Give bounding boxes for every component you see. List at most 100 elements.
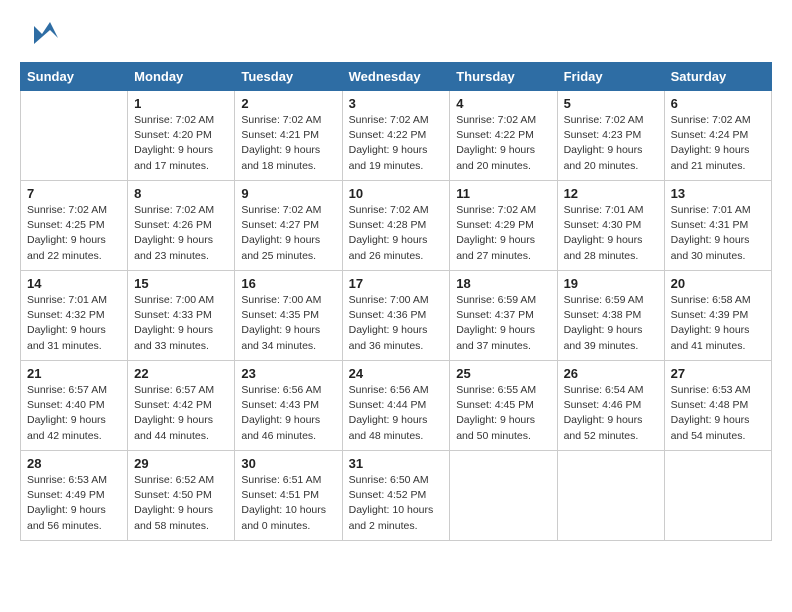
day-info: Sunrise: 7:00 AMSunset: 4:33 PMDaylight:… <box>134 293 228 354</box>
day-info: Sunrise: 7:01 AMSunset: 4:31 PMDaylight:… <box>671 203 765 264</box>
calendar-cell: 11 Sunrise: 7:02 AMSunset: 4:29 PMDayligh… <box>450 181 557 271</box>
day-info: Sunrise: 7:02 AMSunset: 4:25 PMDaylight:… <box>27 203 121 264</box>
day-info: Sunrise: 6:57 AMSunset: 4:42 PMDaylight:… <box>134 383 228 444</box>
calendar-cell: 25Sunrise: 6:55 AMSunset: 4:45 PMDayligh… <box>450 361 557 451</box>
calendar-cell: 13Sunrise: 7:01 AMSunset: 4:31 PMDayligh… <box>664 181 771 271</box>
calendar-cell: 5 Sunrise: 7:02 AMSunset: 4:23 PMDaylight… <box>557 91 664 181</box>
calendar-cell: 7 Sunrise: 7:02 AMSunset: 4:25 PMDaylight… <box>21 181 128 271</box>
calendar-cell: 10 Sunrise: 7:02 AMSunset: 4:28 PMDayligh… <box>342 181 450 271</box>
day-info: Sunrise: 6:59 AMSunset: 4:37 PMDaylight:… <box>456 293 550 354</box>
logo <box>20 20 60 52</box>
day-info: Sunrise: 7:02 AMSunset: 4:22 PMDaylight:… <box>349 113 444 174</box>
day-number: 10 <box>349 186 444 201</box>
weekday-header-thursday: Thursday <box>450 63 557 91</box>
calendar-cell: 6 Sunrise: 7:02 AMSunset: 4:24 PMDaylight… <box>664 91 771 181</box>
day-number: 4 <box>456 96 550 111</box>
day-number: 8 <box>134 186 228 201</box>
day-number: 6 <box>671 96 765 111</box>
day-info: Sunrise: 6:56 AMSunset: 4:44 PMDaylight:… <box>349 383 444 444</box>
day-info: Sunrise: 7:01 AMSunset: 4:30 PMDaylight:… <box>564 203 658 264</box>
calendar-cell: 22 Sunrise: 6:57 AMSunset: 4:42 PMDayligh… <box>128 361 235 451</box>
day-info: Sunrise: 7:02 AMSunset: 4:23 PMDaylight:… <box>564 113 658 174</box>
day-number: 11 <box>456 186 550 201</box>
day-info: Sunrise: 7:00 AMSunset: 4:35 PMDaylight:… <box>241 293 335 354</box>
calendar-cell <box>664 451 771 541</box>
day-number: 12 <box>564 186 658 201</box>
day-number: 23 <box>241 366 335 381</box>
day-info: Sunrise: 7:02 AMSunset: 4:27 PMDaylight:… <box>241 203 335 264</box>
day-number: 24 <box>349 366 444 381</box>
day-info: Sunrise: 7:02 AMSunset: 4:28 PMDaylight:… <box>349 203 444 264</box>
calendar-cell: 30 Sunrise: 6:51 AMSunset: 4:51 PMDayligh… <box>235 451 342 541</box>
day-info: Sunrise: 6:59 AMSunset: 4:38 PMDaylight:… <box>564 293 658 354</box>
weekday-header-tuesday: Tuesday <box>235 63 342 91</box>
day-number: 2 <box>241 96 335 111</box>
day-info: Sunrise: 7:02 AMSunset: 4:24 PMDaylight:… <box>671 113 765 174</box>
day-info: Sunrise: 7:02 AMSunset: 4:20 PMDaylight:… <box>134 113 228 174</box>
day-number: 28 <box>27 456 121 471</box>
calendar-cell: 1Sunrise: 7:02 AMSunset: 4:20 PMDaylight… <box>128 91 235 181</box>
calendar-cell: 15 Sunrise: 7:00 AMSunset: 4:33 PMDayligh… <box>128 271 235 361</box>
day-number: 5 <box>564 96 658 111</box>
day-number: 17 <box>349 276 444 291</box>
calendar-cell: 8 Sunrise: 7:02 AMSunset: 4:26 PMDaylight… <box>128 181 235 271</box>
day-number: 14 <box>27 276 121 291</box>
page-header <box>20 20 772 52</box>
day-info: Sunrise: 6:51 AMSunset: 4:51 PMDaylight:… <box>241 473 335 534</box>
day-number: 30 <box>241 456 335 471</box>
calendar-cell: 31Sunrise: 6:50 AMSunset: 4:52 PMDayligh… <box>342 451 450 541</box>
day-number: 18 <box>456 276 550 291</box>
day-info: Sunrise: 7:00 AMSunset: 4:36 PMDaylight:… <box>349 293 444 354</box>
day-number: 19 <box>564 276 658 291</box>
day-info: Sunrise: 6:54 AMSunset: 4:46 PMDaylight:… <box>564 383 658 444</box>
day-number: 27 <box>671 366 765 381</box>
calendar-week-3: 14 Sunrise: 7:01 AMSunset: 4:32 PMDayligh… <box>21 271 772 361</box>
weekday-header-monday: Monday <box>128 63 235 91</box>
calendar-cell: 21 Sunrise: 6:57 AMSunset: 4:40 PMDayligh… <box>21 361 128 451</box>
day-number: 9 <box>241 186 335 201</box>
day-number: 21 <box>27 366 121 381</box>
day-info: Sunrise: 6:52 AMSunset: 4:50 PMDaylight:… <box>134 473 228 534</box>
weekday-header-sunday: Sunday <box>21 63 128 91</box>
calendar-cell: 23Sunrise: 6:56 AMSunset: 4:43 PMDayligh… <box>235 361 342 451</box>
calendar-cell: 20Sunrise: 6:58 AMSunset: 4:39 PMDayligh… <box>664 271 771 361</box>
calendar-cell: 28 Sunrise: 6:53 AMSunset: 4:49 PMDayligh… <box>21 451 128 541</box>
day-info: Sunrise: 6:53 AMSunset: 4:48 PMDaylight:… <box>671 383 765 444</box>
day-number: 16 <box>241 276 335 291</box>
calendar-week-5: 28 Sunrise: 6:53 AMSunset: 4:49 PMDayligh… <box>21 451 772 541</box>
calendar-cell: 14 Sunrise: 7:01 AMSunset: 4:32 PMDayligh… <box>21 271 128 361</box>
calendar-cell: 12 Sunrise: 7:01 AMSunset: 4:30 PMDayligh… <box>557 181 664 271</box>
weekday-header-row: SundayMondayTuesdayWednesdayThursdayFrid… <box>21 63 772 91</box>
day-info: Sunrise: 7:02 AMSunset: 4:21 PMDaylight:… <box>241 113 335 174</box>
weekday-header-saturday: Saturday <box>664 63 771 91</box>
logo-icon <box>24 16 60 52</box>
day-number: 22 <box>134 366 228 381</box>
day-number: 15 <box>134 276 228 291</box>
calendar-week-1: 1Sunrise: 7:02 AMSunset: 4:20 PMDaylight… <box>21 91 772 181</box>
calendar-cell: 4 Sunrise: 7:02 AMSunset: 4:22 PMDaylight… <box>450 91 557 181</box>
day-info: Sunrise: 7:02 AMSunset: 4:26 PMDaylight:… <box>134 203 228 264</box>
day-number: 29 <box>134 456 228 471</box>
day-info: Sunrise: 6:50 AMSunset: 4:52 PMDaylight:… <box>349 473 444 534</box>
calendar-cell: 24 Sunrise: 6:56 AMSunset: 4:44 PMDayligh… <box>342 361 450 451</box>
day-info: Sunrise: 6:57 AMSunset: 4:40 PMDaylight:… <box>27 383 121 444</box>
day-info: Sunrise: 6:53 AMSunset: 4:49 PMDaylight:… <box>27 473 121 534</box>
day-number: 25 <box>456 366 550 381</box>
calendar-week-4: 21 Sunrise: 6:57 AMSunset: 4:40 PMDayligh… <box>21 361 772 451</box>
day-number: 26 <box>564 366 658 381</box>
calendar-cell: 27 Sunrise: 6:53 AMSunset: 4:48 PMDayligh… <box>664 361 771 451</box>
day-info: Sunrise: 7:02 AMSunset: 4:22 PMDaylight:… <box>456 113 550 174</box>
calendar-cell: 2 Sunrise: 7:02 AMSunset: 4:21 PMDaylight… <box>235 91 342 181</box>
day-info: Sunrise: 7:01 AMSunset: 4:32 PMDaylight:… <box>27 293 121 354</box>
calendar-cell: 3 Sunrise: 7:02 AMSunset: 4:22 PMDaylight… <box>342 91 450 181</box>
day-number: 20 <box>671 276 765 291</box>
day-number: 3 <box>349 96 444 111</box>
calendar-cell: 18 Sunrise: 6:59 AMSunset: 4:37 PMDayligh… <box>450 271 557 361</box>
weekday-header-friday: Friday <box>557 63 664 91</box>
calendar-cell: 9 Sunrise: 7:02 AMSunset: 4:27 PMDaylight… <box>235 181 342 271</box>
calendar-cell: 17 Sunrise: 7:00 AMSunset: 4:36 PMDayligh… <box>342 271 450 361</box>
day-number: 7 <box>27 186 121 201</box>
calendar-cell <box>21 91 128 181</box>
day-info: Sunrise: 7:02 AMSunset: 4:29 PMDaylight:… <box>456 203 550 264</box>
calendar-table: SundayMondayTuesdayWednesdayThursdayFrid… <box>20 62 772 541</box>
